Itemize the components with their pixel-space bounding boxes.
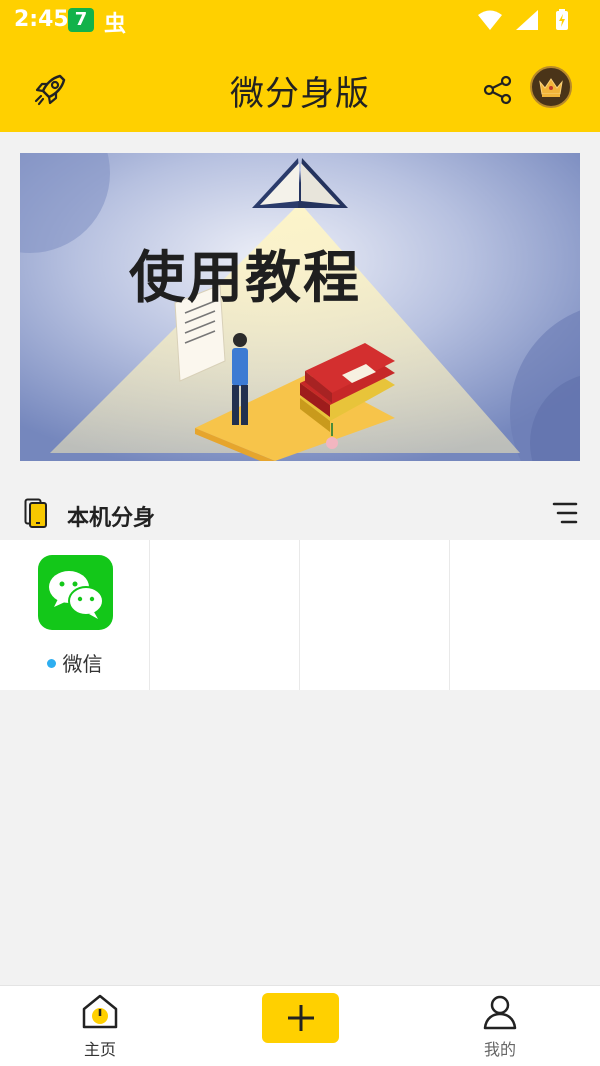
running-indicator xyxy=(46,659,56,668)
notification-app-icon: 7 xyxy=(68,8,94,32)
signal-icon xyxy=(516,10,538,30)
status-bar: 2:45 7 虫 xyxy=(0,0,600,40)
app-cell-empty xyxy=(150,540,300,690)
plus-icon xyxy=(287,1005,314,1031)
app-name: 微信 xyxy=(0,648,149,677)
nav-mine-label: 我的 xyxy=(483,1040,516,1059)
share-button[interactable] xyxy=(476,68,520,112)
share-icon xyxy=(483,75,512,105)
app-cell-empty xyxy=(450,540,600,690)
app-cell-wechat[interactable]: 微信 xyxy=(0,540,150,690)
home-icon xyxy=(82,994,118,1029)
banner-title: 使用教程 xyxy=(129,246,361,311)
sort-menu-icon[interactable] xyxy=(552,500,578,526)
phone-clone-icon xyxy=(24,498,47,528)
nav-mine[interactable]: 我的 xyxy=(450,994,550,1060)
nav-home-label: 主页 xyxy=(83,1040,116,1059)
bottom-nav: 主页 我的 xyxy=(0,985,600,1066)
status-time: 2:45 xyxy=(14,7,69,32)
section-header: 本机分身 xyxy=(0,490,600,538)
top-area: 2:45 7 虫 微分身版 xyxy=(0,0,600,132)
clone-app-grid: 微信 xyxy=(0,540,600,690)
section-title: 本机分身 xyxy=(67,506,156,531)
system-status-icons xyxy=(478,9,568,30)
crown-icon xyxy=(539,78,563,97)
wechat-icon xyxy=(38,555,113,630)
app-cell-empty xyxy=(300,540,450,690)
tutorial-banner[interactable]: 使用教程 xyxy=(20,153,580,461)
vip-button[interactable] xyxy=(530,66,572,108)
wifi-icon xyxy=(478,10,502,30)
bug-notification-icon: 虫 xyxy=(104,12,127,37)
user-icon xyxy=(483,995,517,1030)
app-bar: 微分身版 xyxy=(0,40,600,132)
add-clone-button[interactable] xyxy=(262,993,339,1043)
nav-home[interactable]: 主页 xyxy=(50,994,150,1060)
